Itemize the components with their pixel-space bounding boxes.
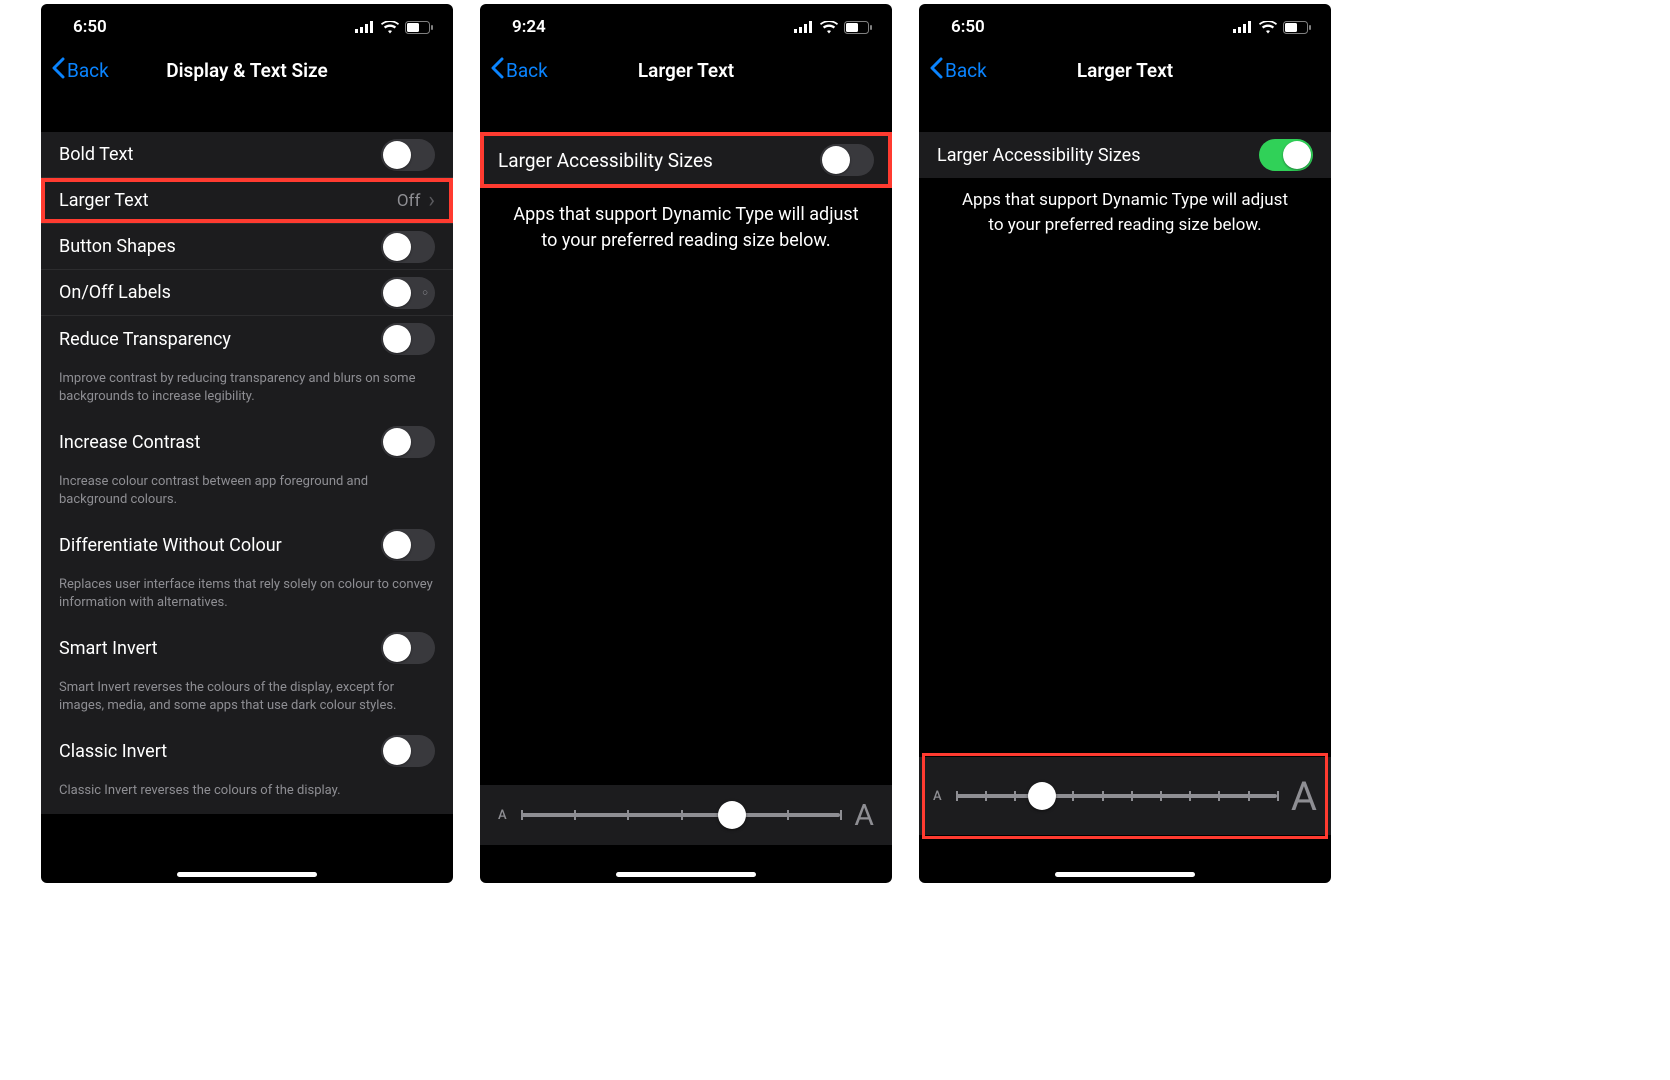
status-icons [1233,21,1311,34]
row-larger-accessibility-sizes[interactable]: Larger Accessibility Sizes [919,132,1331,178]
status-bar: 6:50 [41,4,453,44]
dynamic-type-description: Apps that support Dynamic Type will adju… [919,178,1331,247]
row-larger-text[interactable]: Larger Text Off › [41,178,453,224]
battery-icon [405,21,433,34]
larger-text-content: Larger Accessibility Sizes Apps that sup… [480,96,892,883]
row-reduce-transparency[interactable]: Reduce Transparency [41,316,453,362]
toggle-larger-accessibility-sizes[interactable] [820,144,874,176]
wifi-icon [381,21,399,34]
footer-classic-invert: Classic Invert reverses the colours of t… [41,774,453,814]
back-label: Back [506,59,548,82]
chevron-left-icon [490,57,504,84]
toggle-button-shapes[interactable] [381,231,435,263]
status-time: 6:50 [939,17,985,37]
small-a-icon: A [498,808,507,823]
status-icons [794,21,872,34]
phone-larger-text-off: 9:24 Back Larger Text Larger Accessibili… [480,4,892,883]
toggle-classic-invert[interactable] [381,735,435,767]
battery-icon [1283,21,1311,34]
chevron-left-icon [929,57,943,84]
status-time: 6:50 [61,17,107,37]
slider-thumb[interactable] [1028,782,1056,810]
chevron-left-icon [51,57,65,84]
home-indicator[interactable] [616,872,756,877]
large-a-icon: A [854,798,874,833]
row-label: Larger Accessibility Sizes [498,149,820,172]
row-diff-without-colour[interactable]: Differentiate Without Colour [41,522,453,568]
slider-thumb[interactable] [718,801,746,829]
status-bar: 9:24 [480,4,892,44]
row-value: Off [397,191,421,211]
battery-icon [844,21,872,34]
status-icons [355,21,433,34]
back-label: Back [945,59,987,82]
toggle-reduce-transparency[interactable] [381,323,435,355]
larger-text-content: Larger Accessibility Sizes Apps that sup… [919,96,1331,883]
home-indicator[interactable] [177,872,317,877]
toggle-increase-contrast[interactable] [381,426,435,458]
phone-display-text-size: 6:50 Back Display & Text Size Bold Text [41,4,453,883]
large-a-icon: A [1291,773,1317,820]
footer-reduce-transparency: Improve contrast by reducing transparenc… [41,362,453,419]
text-size-slider[interactable] [521,813,841,817]
toggle-larger-accessibility-sizes[interactable] [1259,139,1313,171]
back-button[interactable]: Back [490,57,548,84]
row-label: Classic Invert [59,741,381,762]
back-button[interactable]: Back [929,57,987,84]
row-onoff-labels[interactable]: On/Off Labels ○ [41,270,453,316]
nav-bar: Back Display & Text Size [41,44,453,96]
toggle-diff-without-colour[interactable] [381,529,435,561]
wifi-icon [1259,21,1277,34]
row-label: Increase Contrast [59,432,381,453]
cellular-signal-icon [1233,21,1253,33]
row-label: Larger Text [59,190,397,211]
nav-bar: Back Larger Text [480,44,892,96]
row-label: Bold Text [59,144,381,165]
row-label: Smart Invert [59,638,381,659]
row-label: Differentiate Without Colour [59,535,381,556]
back-button[interactable]: Back [51,57,109,84]
row-classic-invert[interactable]: Classic Invert [41,728,453,774]
back-label: Back [67,59,109,82]
row-label: On/Off Labels [59,282,381,303]
row-button-shapes[interactable]: Button Shapes [41,224,453,270]
row-label: Larger Accessibility Sizes [937,145,1259,166]
toggle-onoff-labels[interactable]: ○ [381,277,435,309]
row-smart-invert[interactable]: Smart Invert [41,625,453,671]
wifi-icon [820,21,838,34]
settings-list: Bold Text Larger Text Off › Button Shape… [41,96,453,883]
text-size-slider[interactable] [956,794,1277,798]
row-larger-accessibility-sizes[interactable]: Larger Accessibility Sizes [480,132,892,188]
dynamic-type-description: Apps that support Dynamic Type will adju… [480,188,892,268]
cellular-signal-icon [794,21,814,33]
row-bold-text[interactable]: Bold Text [41,132,453,178]
footer-smart-invert: Smart Invert reverses the colours of the… [41,671,453,728]
home-indicator[interactable] [1055,872,1195,877]
toggle-bold-text[interactable] [381,139,435,171]
status-time: 9:24 [500,17,546,37]
row-label: Button Shapes [59,236,381,257]
text-size-slider-bar: A A [919,757,1331,835]
chevron-right-icon: › [428,190,435,212]
text-size-slider-bar: A A [480,785,892,845]
small-a-icon: A [933,789,942,804]
footer-increase-contrast: Increase colour contrast between app for… [41,465,453,522]
nav-bar: Back Larger Text [919,44,1331,96]
toggle-smart-invert[interactable] [381,632,435,664]
row-increase-contrast[interactable]: Increase Contrast [41,419,453,465]
cellular-signal-icon [355,21,375,33]
phone-larger-text-on: 6:50 Back Larger Text Larger Accessibili… [919,4,1331,883]
status-bar: 6:50 [919,4,1331,44]
row-label: Reduce Transparency [59,329,381,350]
footer-diff-without-colour: Replaces user interface items that rely … [41,568,453,625]
